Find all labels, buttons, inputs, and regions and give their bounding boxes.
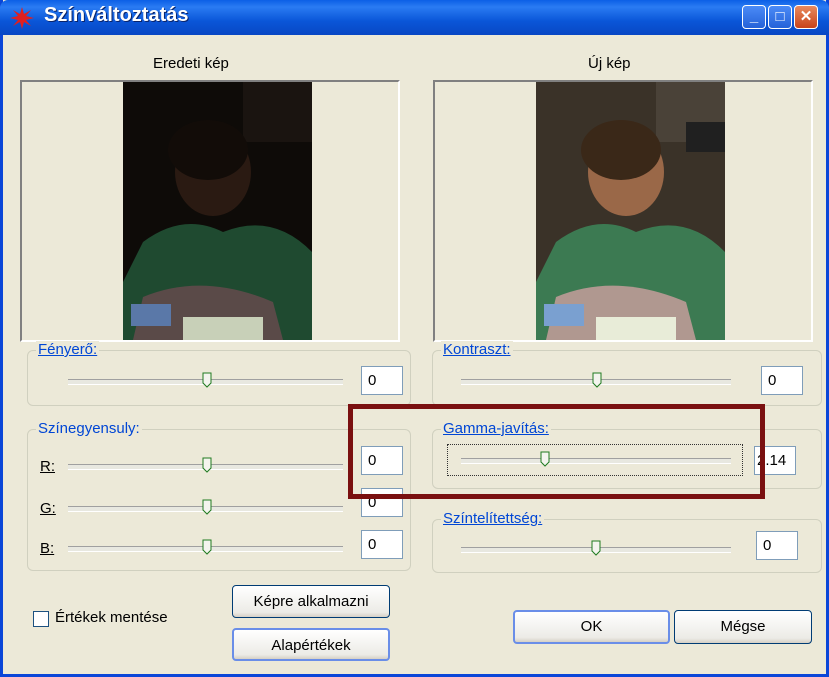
original-photo <box>123 82 312 340</box>
red-channel-label: R: <box>40 458 55 475</box>
contrast-label: Kontraszt: <box>441 341 513 358</box>
brightness-label: Fényerő: <box>36 341 100 358</box>
color-flower-icon <box>10 7 34 29</box>
save-values-label[interactable]: Értékek mentése <box>55 609 168 626</box>
green-channel-label: G: <box>40 500 56 517</box>
window-title: Színváltoztatás <box>44 4 189 26</box>
new-image-preview <box>433 80 813 342</box>
close-button[interactable]: ✕ <box>794 5 818 29</box>
blue-slider-thumb[interactable] <box>202 539 212 555</box>
apply-to-image-button[interactable]: Képre alkalmazni <box>232 585 390 618</box>
saturation-slider-thumb[interactable] <box>591 540 601 556</box>
close-icon: ✕ <box>799 8 813 25</box>
defaults-button[interactable]: Alapértékek <box>232 628 390 661</box>
brightness-value-field[interactable]: 0 <box>361 366 403 395</box>
new-image-label: Új kép <box>588 55 631 72</box>
title-bar[interactable]: Színváltoztatás _ □ ✕ <box>0 0 829 35</box>
color-balance-label: Színegyensuly: <box>36 420 142 437</box>
saturation-label: Színtelítettség: <box>441 510 545 527</box>
new-photo <box>536 82 725 340</box>
minimize-button[interactable]: _ <box>742 5 766 29</box>
minimize-icon: _ <box>749 8 759 25</box>
brightness-group: Fényerő: 0 <box>27 341 411 406</box>
saturation-group: Színtelítettség: 0 <box>432 510 822 573</box>
maximize-button[interactable]: □ <box>768 5 792 29</box>
color-adjust-dialog: Színváltoztatás _ □ ✕ Eredeti kép Új kép <box>0 0 829 677</box>
brightness-slider-thumb[interactable] <box>202 372 212 388</box>
contrast-slider-thumb[interactable] <box>592 372 602 388</box>
save-values-checkbox[interactable] <box>33 611 49 627</box>
original-image-preview <box>20 80 400 342</box>
original-image-label: Eredeti kép <box>153 55 229 72</box>
green-slider-thumb[interactable] <box>202 499 212 515</box>
blue-channel-label: B: <box>40 540 55 557</box>
contrast-value-field[interactable]: 0 <box>761 366 803 395</box>
saturation-value-field[interactable]: 0 <box>756 531 798 560</box>
blue-value-field[interactable]: 0 <box>361 530 403 559</box>
contrast-group: Kontraszt: 0 <box>432 341 822 406</box>
maximize-icon: □ <box>775 8 785 25</box>
red-slider-thumb[interactable] <box>202 457 212 473</box>
annotation-highlight-box <box>348 404 765 499</box>
ok-button[interactable]: OK <box>513 610 670 644</box>
cancel-button[interactable]: Mégse <box>674 610 812 644</box>
